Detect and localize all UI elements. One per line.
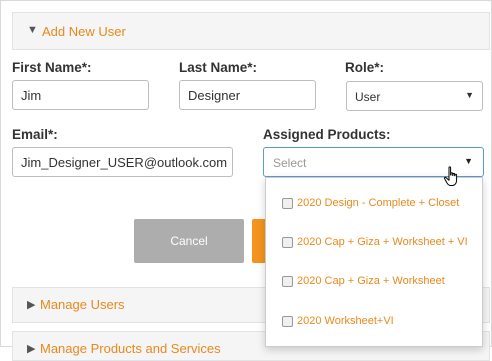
product-checkbox[interactable] (282, 315, 293, 327)
caret-down-icon: ▼ (27, 24, 38, 36)
hand-pointer-cursor-icon (443, 166, 458, 186)
role-select[interactable]: User ▼ (346, 81, 483, 111)
assigned-products-label: Assigned Products: (263, 127, 391, 142)
manage-users-link[interactable]: Manage Users (40, 297, 125, 312)
role-selected-value: User (355, 90, 381, 104)
product-option-label[interactable]: 2020 Cap + Giza + Worksheet + VI (297, 236, 468, 248)
role-label: Role*: (345, 60, 385, 75)
cancel-button[interactable]: Cancel (134, 219, 244, 263)
product-option[interactable]: 2020 Design - Complete + Closet (282, 197, 459, 209)
product-option-label[interactable]: 2020 Worksheet+VI (297, 315, 394, 327)
product-option-label[interactable]: 2020 Design - Complete + Closet (297, 197, 459, 209)
user-admin-panel: ▼ Add New User First Name*: Jim Last Nam… (0, 0, 492, 361)
first-name-input[interactable]: Jim (12, 80, 149, 110)
chevron-down-icon: ▼ (464, 156, 473, 166)
product-option[interactable]: 2020 Cap + Giza + Worksheet + VI (282, 236, 468, 248)
chevron-down-icon: ▼ (465, 90, 474, 100)
add-new-user-link[interactable]: Add New User (42, 24, 126, 39)
product-option-label[interactable]: 2020 Cap + Giza + Worksheet (297, 275, 445, 287)
caret-right-icon: ▶ (27, 299, 36, 311)
product-checkbox[interactable] (282, 236, 293, 248)
product-option[interactable]: 2020 Worksheet+VI (282, 315, 394, 327)
assigned-products-placeholder: Select (273, 156, 307, 170)
last-name-input[interactable]: Designer (179, 80, 316, 110)
email-label: Email*: (12, 127, 58, 142)
caret-right-icon: ▶ (27, 343, 36, 355)
product-option[interactable]: 2020 Cap + Giza + Worksheet (282, 275, 445, 287)
product-checkbox[interactable] (282, 275, 293, 287)
add-new-user-header[interactable]: ▼ Add New User (12, 12, 490, 50)
assigned-products-dropdown: 2020 Design - Complete + Closet 2020 Cap… (265, 177, 483, 347)
first-name-label: First Name*: (12, 60, 92, 75)
manage-products-link[interactable]: Manage Products and Services (40, 341, 221, 356)
product-checkbox[interactable] (282, 197, 293, 209)
last-name-label: Last Name*: (179, 60, 258, 75)
email-input[interactable]: Jim_Designer_USER@outlook.com (12, 147, 233, 177)
